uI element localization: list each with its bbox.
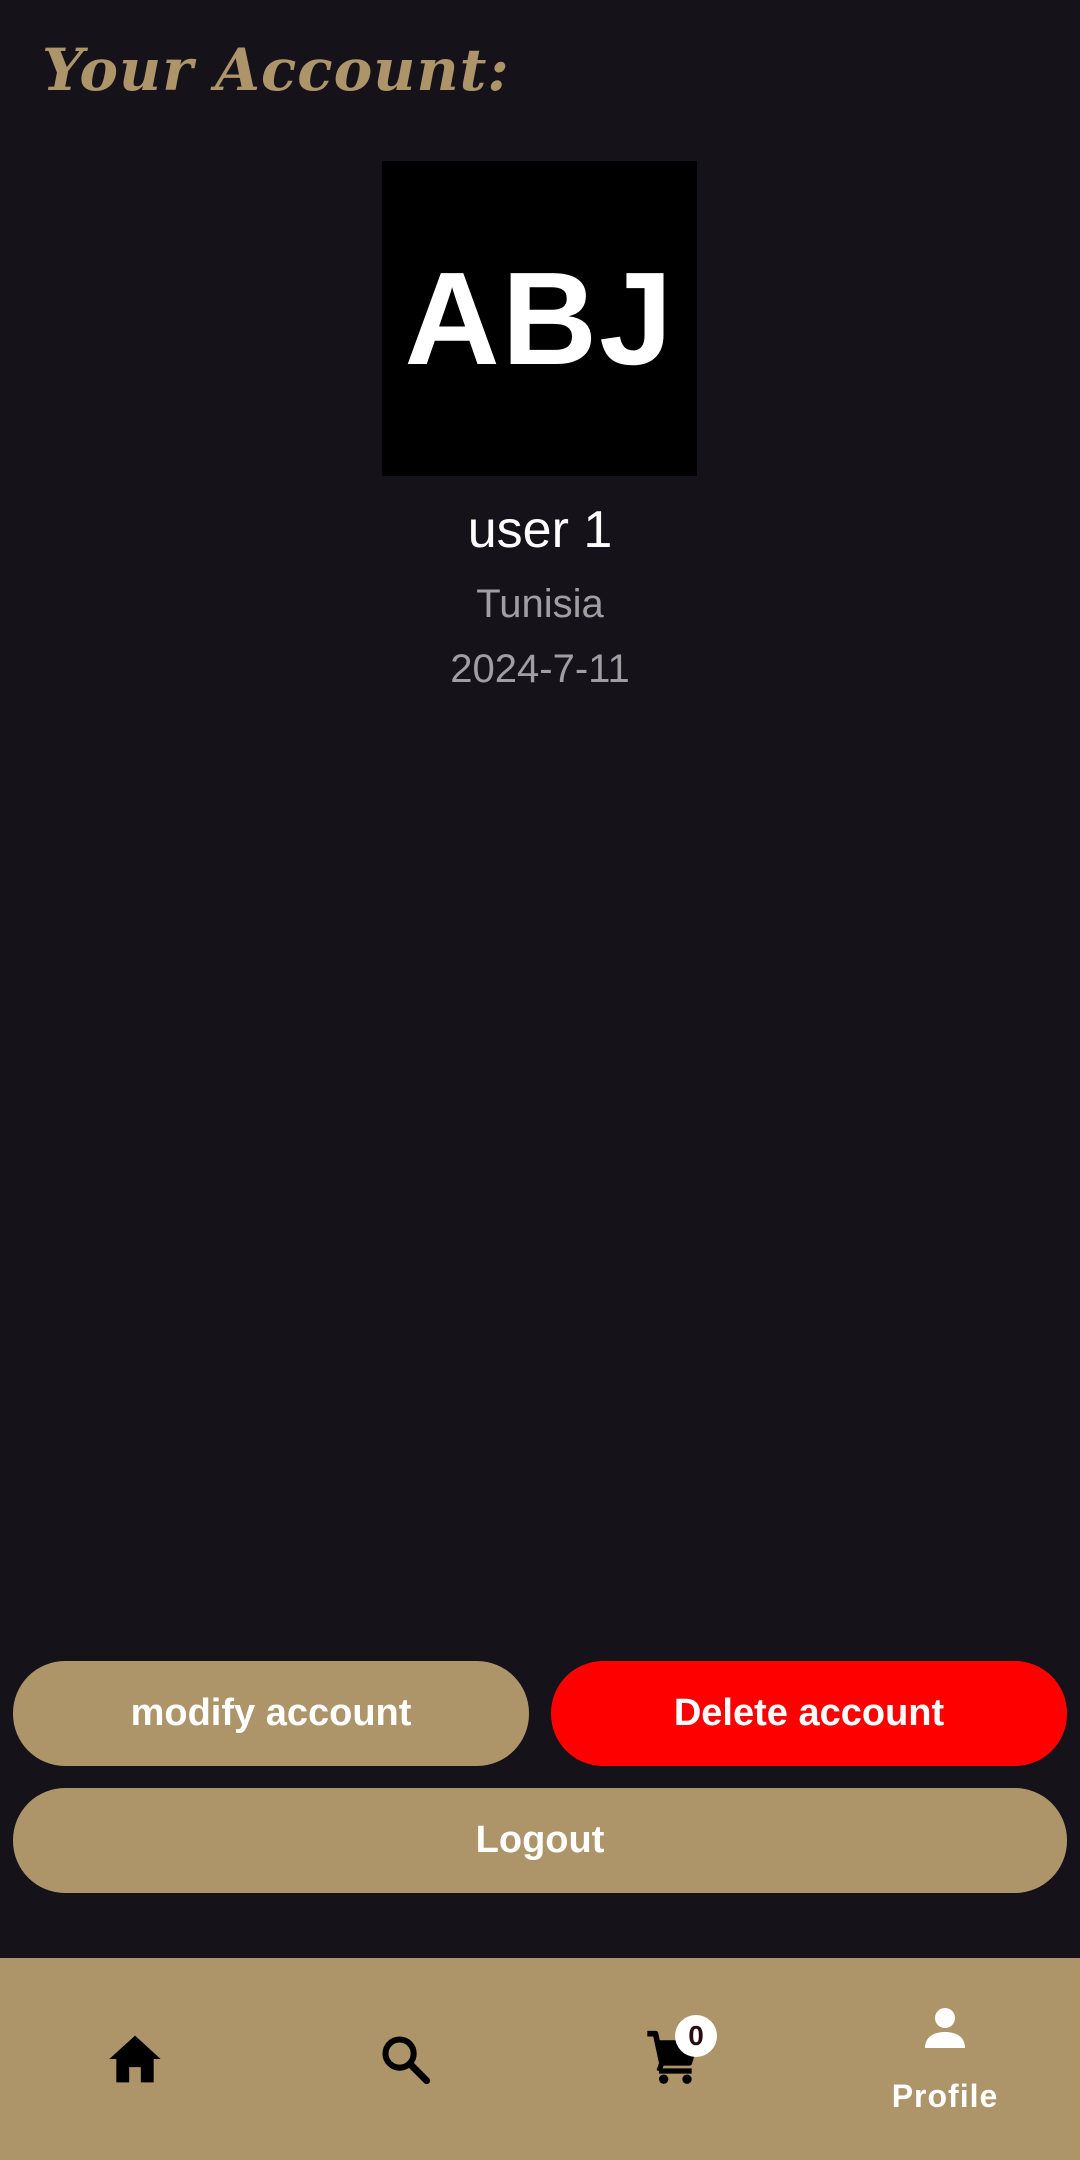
- nav-search[interactable]: [270, 1958, 540, 2160]
- delete-account-button[interactable]: Delete account: [551, 1661, 1067, 1766]
- nav-profile-label: Profile: [891, 2077, 999, 2114]
- cart-count-badge: 0: [675, 2015, 717, 2057]
- user-name: user 1: [467, 501, 613, 559]
- page-title: Your Account:: [42, 36, 510, 104]
- search-icon: [379, 2033, 431, 2085]
- nav-profile[interactable]: Profile: [810, 1958, 1080, 2160]
- user-country: Tunisia: [476, 582, 604, 626]
- user-date: 2024-7-11: [450, 647, 630, 691]
- avatar-initials: ABJ: [404, 245, 675, 392]
- modify-account-button[interactable]: modify account: [13, 1661, 529, 1766]
- bottom-navigation: 0 Profile: [0, 1958, 1080, 2160]
- nav-cart[interactable]: 0: [540, 1958, 810, 2160]
- person-icon: [921, 2004, 969, 2052]
- avatar: ABJ: [382, 161, 697, 476]
- logout-button[interactable]: Logout: [13, 1788, 1067, 1893]
- nav-home[interactable]: [0, 1958, 270, 2160]
- home-icon: [107, 2033, 163, 2085]
